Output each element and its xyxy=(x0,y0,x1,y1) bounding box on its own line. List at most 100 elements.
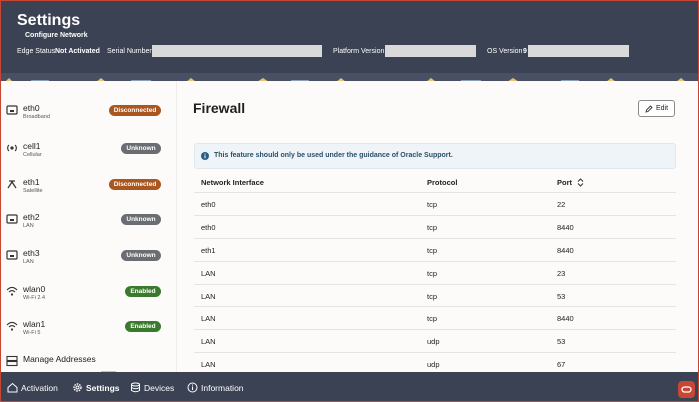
firewall-title: Firewall xyxy=(193,100,246,116)
page-title: Settings xyxy=(17,12,81,29)
cell-protocol: tcp xyxy=(427,223,438,232)
app-window: Settings Configure Network Edge Status N… xyxy=(0,0,699,402)
sidebar-item-name: wlan0 xyxy=(23,284,46,294)
platform-version-redacted xyxy=(385,45,476,57)
cell-port: 8440 xyxy=(557,223,574,232)
page-header: Settings Configure Network Edge Status N… xyxy=(1,1,698,73)
sort-icon[interactable] xyxy=(577,178,584,187)
cell-interface: eth0 xyxy=(201,223,216,232)
table-row: eth0 tcp 22 xyxy=(194,192,676,214)
serial-number-redacted xyxy=(152,45,322,57)
edge-status-label: Edge Status xyxy=(17,48,56,55)
pencil-icon xyxy=(645,105,653,113)
wifi-icon xyxy=(6,286,18,296)
sidebar-item-type: Wi-Fi 2.4 xyxy=(23,295,45,301)
cell-port: 53 xyxy=(557,337,566,346)
sidebar-item-eth3[interactable]: eth3 LAN Unknown xyxy=(1,246,169,276)
sidebar-item-cell1[interactable]: cell1 Cellular Unknown xyxy=(1,139,169,169)
sidebar-item-eth0[interactable]: eth0 Broadband Disconnected xyxy=(1,101,169,131)
status-badge: Enabled xyxy=(125,321,161,332)
info-text: This feature should only be used under t… xyxy=(214,152,453,159)
satellite-icon xyxy=(7,180,17,189)
oracle-assistant-button[interactable] xyxy=(678,381,695,398)
os-version-label: OS Version xyxy=(487,48,523,55)
table-row: LAN udp 67 xyxy=(194,352,676,372)
cell-protocol: tcp xyxy=(427,269,438,278)
cellular-icon xyxy=(7,144,17,152)
bottom-nav: Activation Settings Devices Information xyxy=(1,372,698,401)
tab-settings[interactable]: Settings xyxy=(69,372,125,401)
sidebar-item-type: Broadband xyxy=(23,114,50,120)
sidebar-item-name: cell1 xyxy=(23,141,41,151)
info-banner: This feature should only be used under t… xyxy=(194,143,676,169)
gear-icon xyxy=(73,383,82,392)
cell-protocol: udp xyxy=(427,360,440,369)
tab-devices[interactable]: Devices xyxy=(128,372,182,401)
edit-button[interactable]: Edit xyxy=(638,100,675,117)
status-badge: Disconnected xyxy=(109,179,161,190)
tab-devices-label: Devices xyxy=(144,383,175,393)
sidebar-divider xyxy=(176,81,177,372)
column-header-port[interactable]: Port xyxy=(557,178,572,187)
sidebar-item-type: LAN xyxy=(23,223,34,229)
cell-protocol: tcp xyxy=(427,314,438,323)
cell-protocol: tcp xyxy=(427,292,438,301)
home-icon xyxy=(7,382,18,393)
tab-activation[interactable]: Activation xyxy=(1,372,63,401)
info-icon xyxy=(201,152,209,160)
sidebar-item-type: Wi-Fi 5 xyxy=(23,330,41,336)
tab-information-label: Information xyxy=(201,383,244,393)
cell-port: 8440 xyxy=(557,246,574,255)
cell-protocol: tcp xyxy=(427,200,438,209)
cell-protocol: udp xyxy=(427,337,440,346)
table-row: LAN udp 53 xyxy=(194,329,676,351)
cell-interface: eth1 xyxy=(201,246,216,255)
cell-interface: LAN xyxy=(201,292,216,301)
sidebar-item-type: Cellular xyxy=(23,152,42,158)
cell-interface: LAN xyxy=(201,314,216,323)
os-version-redacted xyxy=(528,45,629,57)
edit-button-label: Edit xyxy=(656,105,669,112)
cell-port: 67 xyxy=(557,360,566,369)
status-badge: Disconnected xyxy=(109,105,161,116)
sidebar-item-name: eth2 xyxy=(23,212,40,222)
manage-addresses-link[interactable]: Manage Addresses xyxy=(1,353,169,369)
column-header-network-interface[interactable]: Network Interface xyxy=(201,178,264,187)
table-row: eth0 tcp 8440 xyxy=(194,215,676,237)
page-subtitle: Configure Network xyxy=(25,32,88,39)
cell-protocol: tcp xyxy=(427,246,438,255)
ethernet-icon xyxy=(6,105,18,115)
tab-information[interactable]: Information xyxy=(185,372,255,401)
manage-addresses-label: Manage Addresses xyxy=(23,354,96,364)
ethernet-icon xyxy=(6,250,18,260)
sidebar-item-eth2[interactable]: eth2 LAN Unknown xyxy=(1,210,169,240)
sidebar-item-wlan0[interactable]: wlan0 Wi-Fi 2.4 Enabled xyxy=(1,282,169,312)
serial-number-label: Serial Number xyxy=(107,48,152,55)
table-row: LAN tcp 53 xyxy=(194,284,676,306)
cell-interface: LAN xyxy=(201,360,216,369)
server-icon xyxy=(6,355,18,367)
os-version-value: 9 xyxy=(523,48,527,55)
table-row: LAN tcp 23 xyxy=(194,261,676,283)
sidebar-item-eth1[interactable]: eth1 Satellite Disconnected xyxy=(1,175,169,205)
tab-settings-label: Settings xyxy=(86,383,120,393)
table-row: eth1 tcp 8440 xyxy=(194,238,676,260)
edge-status-value: Not Activated xyxy=(55,48,100,55)
status-badge: Unknown xyxy=(121,250,161,261)
cell-interface: LAN xyxy=(201,269,216,278)
cell-interface: eth0 xyxy=(201,200,216,209)
ethernet-icon xyxy=(6,214,18,224)
cell-port: 23 xyxy=(557,269,566,278)
cell-port: 22 xyxy=(557,200,566,209)
sidebar-item-name: wlan1 xyxy=(23,319,46,329)
info-icon xyxy=(187,382,198,393)
cell-interface: LAN xyxy=(201,337,216,346)
sidebar-item-wlan1[interactable]: wlan1 Wi-Fi 5 Enabled xyxy=(1,317,169,347)
decorative-banner xyxy=(1,73,698,81)
status-badge: Unknown xyxy=(121,143,161,154)
sidebar-item-type: LAN xyxy=(23,259,34,265)
sidebar-item-name: eth3 xyxy=(23,248,40,258)
column-header-protocol[interactable]: Protocol xyxy=(427,178,457,187)
platform-version-label: Platform Version xyxy=(333,48,385,55)
wifi-icon xyxy=(6,321,18,331)
